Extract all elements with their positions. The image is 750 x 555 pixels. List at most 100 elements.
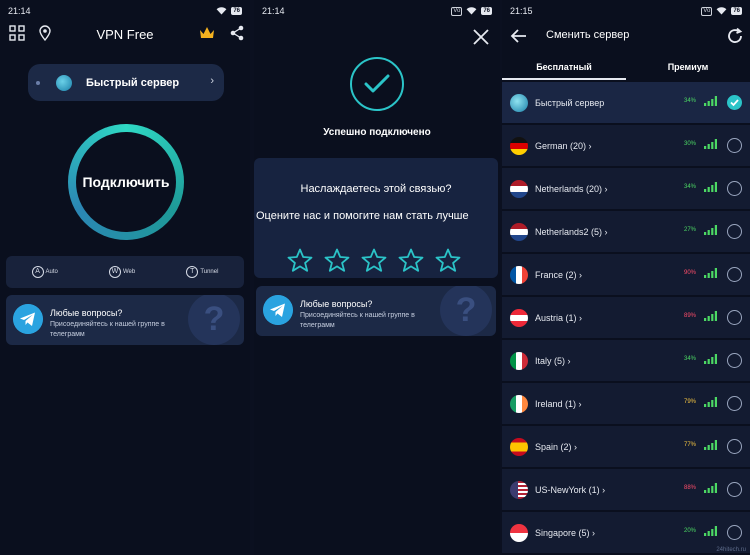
radio-button[interactable] — [727, 267, 742, 282]
signal-strength-icon — [704, 96, 717, 106]
mode-selector: A Auto W Web T Tunnel — [6, 256, 244, 288]
rate-question: Наслаждаетесь этой связью? — [300, 183, 452, 195]
star-icon[interactable] — [435, 248, 461, 272]
server-name: Быстрый сервер — [535, 97, 605, 108]
server-row[interactable]: Singapore (5) › 20% — [502, 512, 750, 553]
server-row[interactable]: Spain (2) › 77% — [502, 426, 750, 467]
server-row[interactable]: Italy (5) › 34% — [502, 340, 750, 381]
server-selector[interactable]: Быстрый сервер › — [28, 64, 224, 101]
server-row[interactable]: Netherlands2 (5) › 27% — [502, 211, 750, 252]
radio-button[interactable] — [727, 525, 742, 540]
flag-nl-icon — [510, 179, 528, 198]
success-check-icon — [350, 57, 404, 111]
flag-es-icon — [510, 437, 528, 456]
flag-de-icon — [510, 136, 528, 155]
radio-button[interactable] — [727, 224, 742, 239]
server-tabs: Бесплатный Премиум — [502, 56, 750, 80]
connect-button[interactable]: Подключить — [68, 124, 184, 240]
globe-icon — [56, 74, 72, 91]
telegram-title: Любые вопросы? — [50, 308, 123, 318]
signal-strength-icon — [704, 397, 717, 407]
telegram-subtitle: Присоединяйтесь к нашей группе в телегра… — [50, 321, 165, 338]
mode-label: Auto — [45, 269, 58, 275]
star-icon[interactable] — [324, 248, 350, 272]
close-icon[interactable] — [472, 28, 490, 46]
server-row[interactable]: Netherlands (20) › 34% — [502, 168, 750, 209]
status-time: 21:14 — [8, 6, 31, 16]
mode-label: Tunnel — [200, 269, 219, 275]
radio-button[interactable] — [727, 396, 742, 411]
wifi-icon — [216, 7, 227, 15]
wifi-icon — [716, 7, 727, 15]
volte-icon: Vo — [451, 6, 463, 16]
flag-it-icon — [510, 351, 528, 370]
server-row[interactable]: German (20) › 30% — [502, 125, 750, 166]
radio-button[interactable] — [727, 138, 742, 153]
globe-icon — [510, 93, 528, 112]
server-load: 30% — [683, 141, 696, 147]
mode-web[interactable]: W Web — [108, 266, 135, 278]
telegram-card[interactable]: ? Любые вопросы? Присоединяйтесь к нашей… — [256, 286, 496, 336]
server-header: Сменить сервер — [502, 24, 750, 48]
radio-button[interactable] — [727, 353, 742, 368]
telegram-icon — [263, 295, 293, 325]
signal-strength-icon — [704, 483, 717, 493]
server-row[interactable]: Ireland (1) › 79% — [502, 383, 750, 424]
server-list: Быстрый сервер 34% German (20) › 30% Netherl… — [502, 82, 750, 555]
pill-dot — [36, 80, 40, 85]
star-icon[interactable] — [398, 248, 424, 272]
server-load: 34% — [683, 356, 696, 362]
server-name: Italy (5) › — [535, 355, 571, 366]
radio-button[interactable] — [727, 482, 742, 497]
status-bar: 21:14 Vo 76 — [254, 0, 500, 22]
server-load: 27% — [683, 227, 696, 233]
server-name: Austria (1) › — [535, 312, 583, 323]
signal-strength-icon — [704, 182, 717, 192]
flag-sg-icon — [510, 523, 528, 542]
server-name: France (2) › — [535, 269, 583, 280]
server-name: German (20) › — [535, 140, 592, 151]
server-name: Ireland (1) › — [535, 398, 582, 409]
server-row[interactable]: France (2) › 90% — [502, 254, 750, 295]
server-row[interactable]: Быстрый сервер 34% — [502, 82, 750, 123]
server-row[interactable]: US-NewYork (1) › 88% — [502, 469, 750, 510]
flag-nl-icon — [510, 222, 528, 241]
status-time: 21:14 — [262, 6, 285, 16]
crown-premium-icon[interactable] — [198, 24, 216, 42]
back-arrow-icon[interactable] — [510, 27, 528, 45]
app-header: VPN Free — [0, 24, 250, 46]
selected-check-icon[interactable] — [727, 95, 742, 110]
server-load: 88% — [683, 485, 696, 491]
signal-strength-icon — [704, 311, 717, 321]
server-name: Netherlands2 (5) › — [535, 226, 608, 237]
radio-button[interactable] — [727, 310, 742, 325]
star-icon[interactable] — [361, 248, 387, 272]
signal-strength-icon — [704, 354, 717, 364]
server-load: 89% — [683, 313, 696, 319]
telegram-card[interactable]: ? Любые вопросы? Присоединяйтесь к нашей… — [6, 295, 244, 345]
signal-strength-icon — [704, 139, 717, 149]
mode-auto[interactable]: A Auto — [31, 266, 58, 278]
tab-free[interactable]: Бесплатный — [502, 56, 626, 80]
telegram-title: Любые вопросы? — [300, 299, 373, 309]
web-mode-icon: W — [108, 266, 121, 278]
star-icon[interactable] — [287, 248, 313, 272]
radio-button[interactable] — [727, 439, 742, 454]
tab-premium[interactable]: Премиум — [626, 56, 750, 80]
battery-icon: 76 — [481, 7, 492, 15]
radio-button[interactable] — [727, 181, 742, 196]
server-name: Spain (2) › — [535, 441, 578, 452]
star-rating — [287, 248, 461, 272]
status-bar: 21:14 76 — [0, 0, 250, 22]
server-row[interactable]: Austria (1) › 89% — [502, 297, 750, 338]
volte-icon: Vo — [701, 6, 713, 16]
share-icon[interactable] — [228, 24, 246, 42]
flag-fr-icon — [510, 265, 528, 284]
server-load: 90% — [683, 270, 696, 276]
flag-ie-icon — [510, 394, 528, 413]
server-load: 34% — [683, 98, 696, 104]
mode-tunnel[interactable]: T Tunnel — [186, 266, 218, 278]
page-title: Сменить сервер — [546, 29, 630, 41]
signal-strength-icon — [704, 440, 717, 450]
refresh-icon[interactable] — [726, 27, 744, 45]
